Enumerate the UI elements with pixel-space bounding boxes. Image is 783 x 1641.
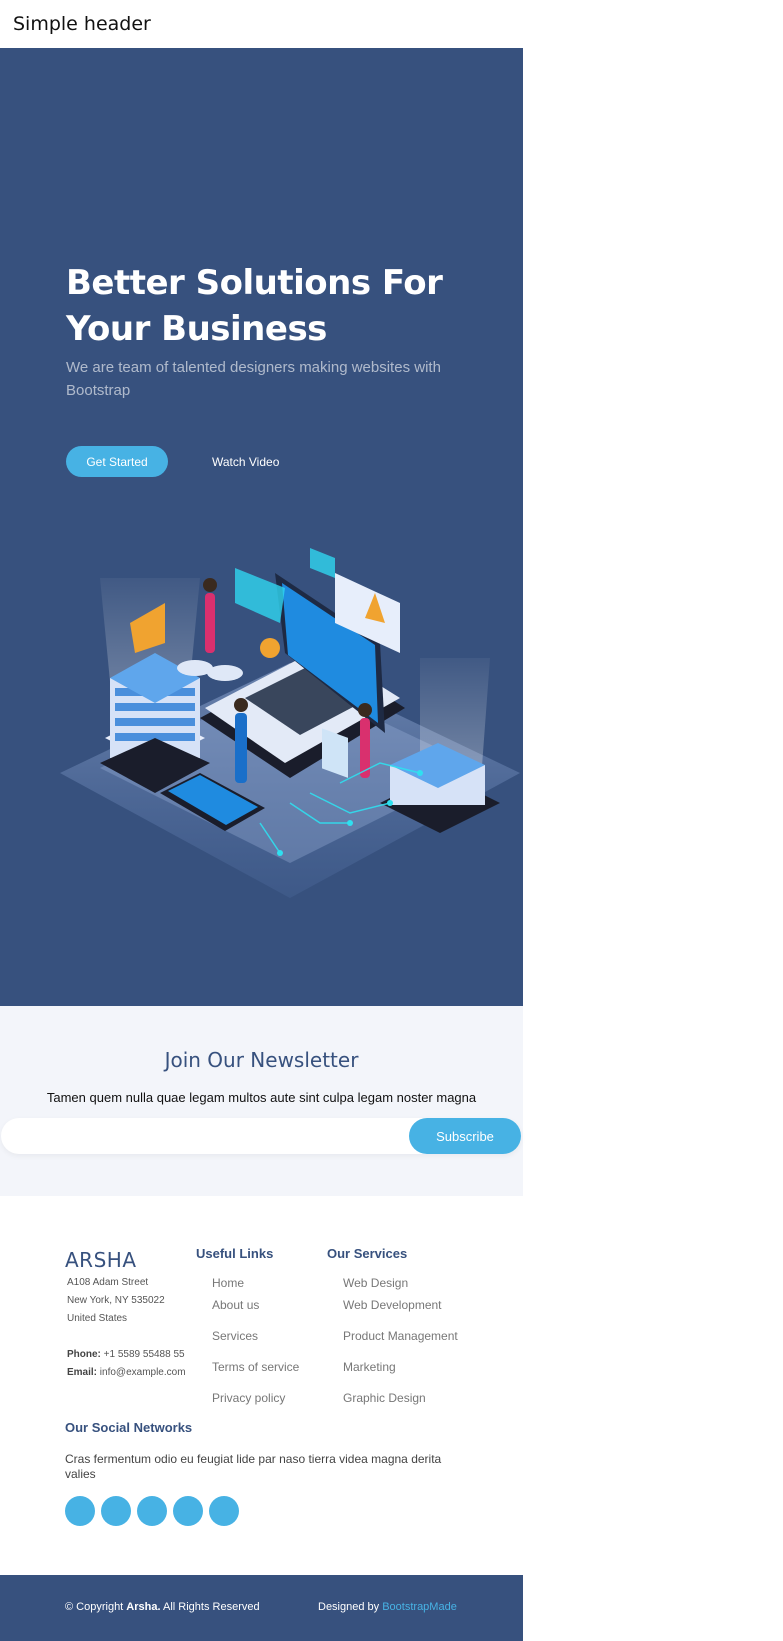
newsletter-section: Join Our Newsletter Tamen quem nulla qua… bbox=[0, 1006, 523, 1196]
footer-service-product-management[interactable]: Product Management bbox=[343, 1325, 458, 1356]
credits: Designed by BootstrapMade bbox=[318, 1601, 457, 1613]
copyright-brand: Arsha. bbox=[126, 1601, 161, 1613]
newsletter-form: Subscribe bbox=[1, 1118, 521, 1154]
useful-links-title: Useful Links bbox=[196, 1246, 274, 1261]
newsletter-text: Tamen quem nulla quae legam multos aute … bbox=[46, 1090, 477, 1105]
newsletter-title: Join Our Newsletter bbox=[164, 1048, 359, 1072]
social-links bbox=[65, 1496, 239, 1526]
get-started-button[interactable]: Get Started bbox=[66, 446, 168, 477]
footer-service-web-design[interactable]: Web Design bbox=[343, 1272, 458, 1294]
footer-link-services[interactable]: Services bbox=[212, 1325, 299, 1356]
address-line: New York, NY 535022 bbox=[67, 1295, 165, 1306]
header-title: Simple header bbox=[13, 13, 151, 35]
page-header: Simple header bbox=[0, 0, 523, 48]
footer-link-home[interactable]: Home bbox=[212, 1272, 299, 1294]
address-line: United States bbox=[67, 1313, 128, 1324]
hero-illustration bbox=[60, 548, 520, 898]
footer-address: A108 Adam Street New York, NY 535022 Uni… bbox=[67, 1274, 165, 1328]
facebook-icon[interactable] bbox=[101, 1496, 131, 1526]
copyright-prefix: © Copyright bbox=[65, 1601, 127, 1613]
email-label: Email: bbox=[67, 1367, 98, 1378]
phone-value: +1 5589 55488 55 bbox=[103, 1349, 185, 1360]
footer-service-graphic-design[interactable]: Graphic Design bbox=[343, 1387, 458, 1409]
social-text: Cras fermentum odio eu feugiat lide par … bbox=[65, 1452, 442, 1481]
hero-subtitle: We are team of talented designers making… bbox=[66, 359, 441, 399]
useful-links-list: Home About us Services Terms of service … bbox=[212, 1272, 299, 1409]
our-services-title: Our Services bbox=[327, 1246, 408, 1261]
footer-contact: Phone: +1 5589 55488 55 Email: info@exam… bbox=[67, 1346, 186, 1382]
footer-brand: ARSHA bbox=[65, 1248, 137, 1272]
address-line: A108 Adam Street bbox=[67, 1277, 149, 1288]
newsletter-email-input[interactable] bbox=[15, 1126, 399, 1148]
twitter-icon[interactable] bbox=[65, 1496, 95, 1526]
footer-bottom-bar: © Copyright Arsha. All Rights Reserved D… bbox=[0, 1575, 523, 1641]
subscribe-button[interactable]: Subscribe bbox=[409, 1118, 521, 1154]
copyright-suffix: All Rights Reserved bbox=[160, 1601, 260, 1613]
services-list: Web Design Web Development Product Manag… bbox=[343, 1272, 458, 1409]
linkedin-icon[interactable] bbox=[209, 1496, 239, 1526]
social-title: Our Social Networks bbox=[65, 1420, 193, 1435]
instagram-icon[interactable] bbox=[137, 1496, 167, 1526]
footer-service-marketing[interactable]: Marketing bbox=[343, 1356, 458, 1387]
footer-link-about[interactable]: About us bbox=[212, 1294, 299, 1325]
designer-link[interactable]: BootstrapMade bbox=[382, 1601, 457, 1613]
watch-video-link[interactable]: Watch Video bbox=[212, 446, 279, 477]
footer: ARSHA A108 Adam Street New York, NY 5350… bbox=[0, 1196, 523, 1575]
skype-icon[interactable] bbox=[173, 1496, 203, 1526]
hero-headline: Better Solutions For Your Business bbox=[66, 263, 443, 349]
copyright: © Copyright Arsha. All Rights Reserved bbox=[65, 1601, 260, 1613]
phone-label: Phone: bbox=[67, 1349, 101, 1360]
footer-link-privacy[interactable]: Privacy policy bbox=[212, 1387, 299, 1409]
footer-link-terms[interactable]: Terms of service bbox=[212, 1356, 299, 1387]
email-value: info@example.com bbox=[99, 1367, 186, 1378]
footer-service-web-development[interactable]: Web Development bbox=[343, 1294, 458, 1325]
page: Simple header bbox=[0, 0, 523, 48]
hero-section: Better Solutions For Your Business We ar… bbox=[0, 48, 523, 1006]
designed-by-label: Designed by bbox=[318, 1601, 383, 1613]
